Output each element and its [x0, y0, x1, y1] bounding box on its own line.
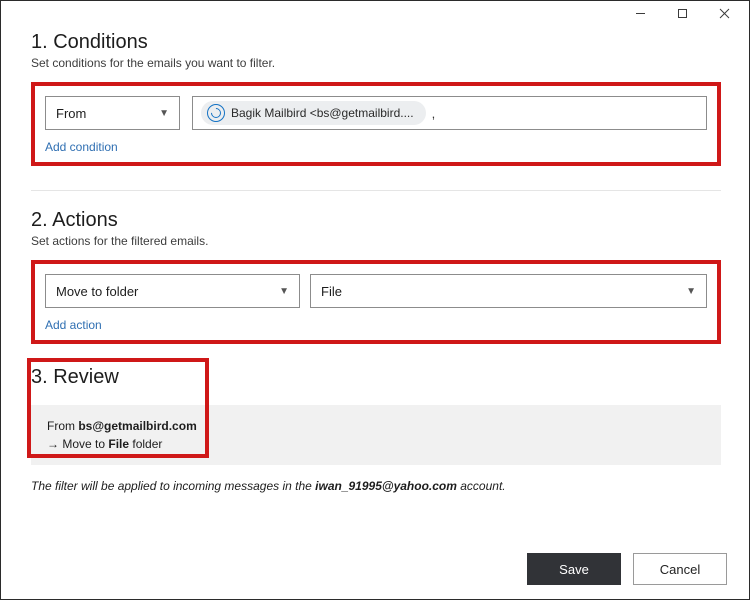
action-type-value: Move to folder: [56, 284, 138, 299]
contact-avatar-icon: [207, 104, 225, 122]
section-divider: [31, 190, 721, 191]
maximize-button[interactable]: [661, 1, 703, 25]
chevron-down-icon: ▼: [159, 108, 169, 119]
conditions-subtitle: Set conditions for the emails you want t…: [31, 56, 721, 70]
condition-value-input[interactable]: Bagik Mailbird <bs@getmailbird.... ,: [192, 96, 707, 130]
cancel-button[interactable]: Cancel: [633, 553, 727, 585]
chevron-down-icon: ▼: [279, 286, 289, 297]
footnote-account: iwan_91995@yahoo.com: [315, 479, 457, 493]
save-button[interactable]: Save: [527, 553, 621, 585]
titlebar: [1, 1, 749, 31]
footnote-suffix: account.: [457, 479, 506, 493]
action-type-select[interactable]: Move to folder ▼: [45, 274, 300, 308]
condition-field-value: From: [56, 106, 86, 121]
chevron-down-icon: ▼: [686, 286, 696, 297]
review-summary: From bs@getmailbird.com → Move to File f…: [31, 405, 721, 465]
review-folder-value: File: [108, 437, 129, 451]
conditions-highlight: From ▼ Bagik Mailbird <bs@getmailbird...…: [31, 82, 721, 166]
contact-chip[interactable]: Bagik Mailbird <bs@getmailbird....: [201, 101, 426, 125]
add-condition-link[interactable]: Add condition: [45, 140, 707, 154]
dialog-footer: Save Cancel: [527, 553, 727, 585]
footnote: The filter will be applied to incoming m…: [31, 479, 721, 493]
review-from-value: bs@getmailbird.com: [78, 419, 196, 433]
review-section: 3. Review From bs@getmailbird.com → Move…: [31, 366, 721, 465]
chip-separator: ,: [432, 106, 436, 121]
actions-subtitle: Set actions for the filtered emails.: [31, 234, 721, 248]
condition-field-select[interactable]: From ▼: [45, 96, 180, 130]
add-action-link[interactable]: Add action: [45, 318, 707, 332]
action-folder-value: File: [321, 284, 342, 299]
dialog-window: 1. Conditions Set conditions for the ema…: [0, 0, 750, 600]
review-title: 3. Review: [31, 366, 721, 389]
minimize-button[interactable]: [619, 1, 661, 25]
close-button[interactable]: [703, 1, 745, 25]
review-folder-suffix: folder: [129, 437, 162, 451]
conditions-title: 1. Conditions: [31, 31, 721, 54]
review-from-prefix: From: [47, 419, 78, 433]
contact-chip-label: Bagik Mailbird <bs@getmailbird....: [231, 106, 414, 120]
actions-title: 2. Actions: [31, 209, 721, 232]
action-folder-select[interactable]: File ▼: [310, 274, 707, 308]
actions-highlight: Move to folder ▼ File ▼ Add action: [31, 260, 721, 344]
review-arrow: → Move to: [47, 437, 108, 451]
footnote-prefix: The filter will be applied to incoming m…: [31, 479, 315, 493]
